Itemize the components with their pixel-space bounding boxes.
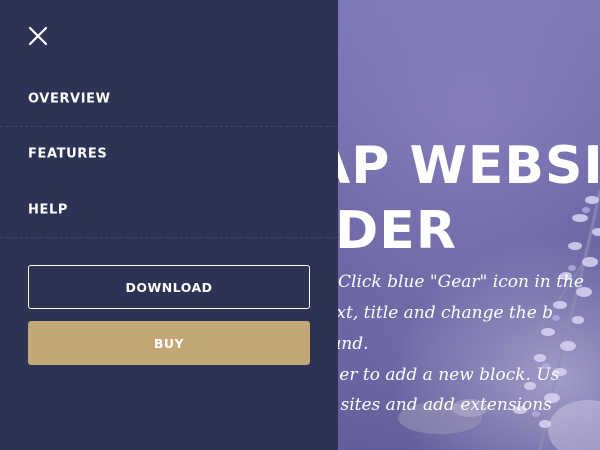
close-icon bbox=[28, 26, 48, 46]
hero-title-line-1: AP WEBSIT bbox=[310, 136, 600, 196]
menu-item-label: FEATURES bbox=[28, 146, 108, 161]
close-menu-button[interactable] bbox=[26, 24, 50, 48]
hero-text-line: Click blue "Gear" icon in the bbox=[338, 272, 584, 292]
side-menu-panel: OVERVIEW FEATURES HELP DOWNLOAD BUY bbox=[0, 0, 338, 450]
menu-item-help[interactable]: HELP bbox=[0, 182, 338, 237]
buy-button[interactable]: BUY bbox=[28, 321, 310, 365]
menu-item-overview[interactable]: OVERVIEW bbox=[0, 71, 338, 126]
download-button[interactable]: DOWNLOAD bbox=[28, 265, 310, 309]
menu-item-label: OVERVIEW bbox=[28, 91, 111, 106]
menu-item-features[interactable]: FEATURES bbox=[0, 126, 338, 181]
menu-divider bbox=[0, 237, 338, 238]
hero-text-line: orner to add a new block. Us bbox=[310, 365, 560, 385]
menu-item-label: HELP bbox=[28, 202, 68, 217]
